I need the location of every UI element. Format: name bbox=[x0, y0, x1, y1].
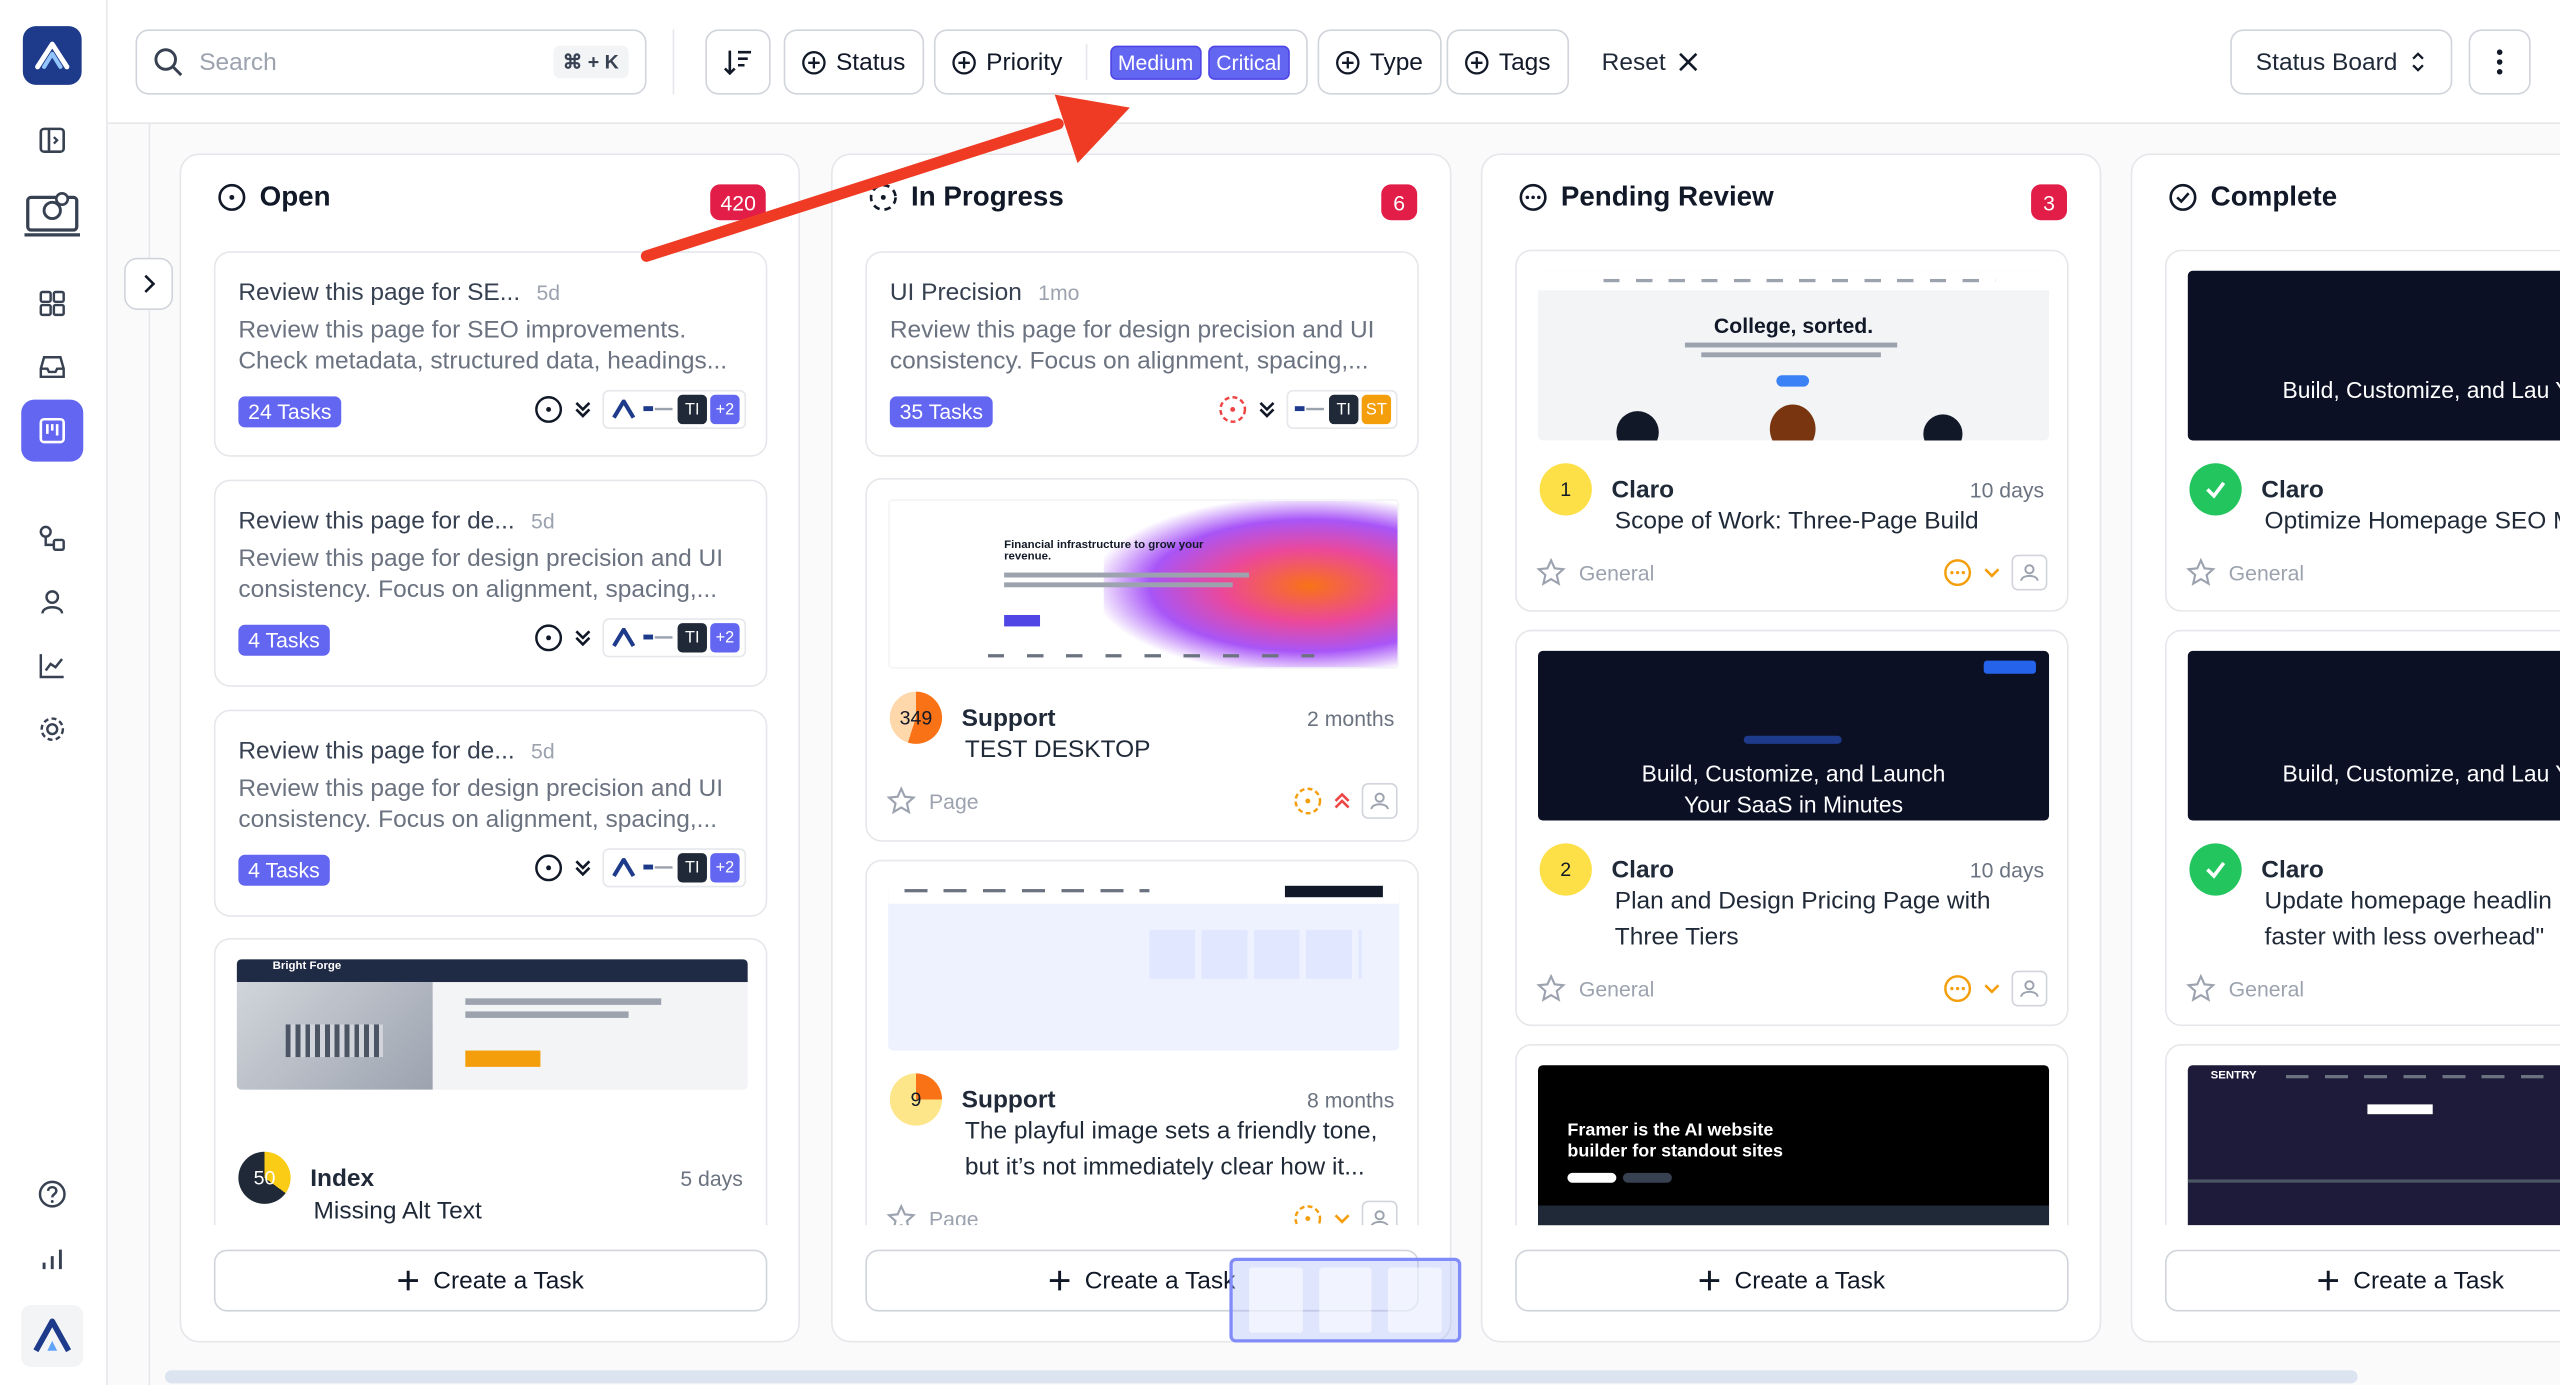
app-root: Search ⌘ + K Status Priority Medium Crit… bbox=[0, 0, 2560, 1385]
annotation-arrow bbox=[640, 94, 1130, 262]
horizontal-scrollbar[interactable] bbox=[164, 1370, 2358, 1384]
